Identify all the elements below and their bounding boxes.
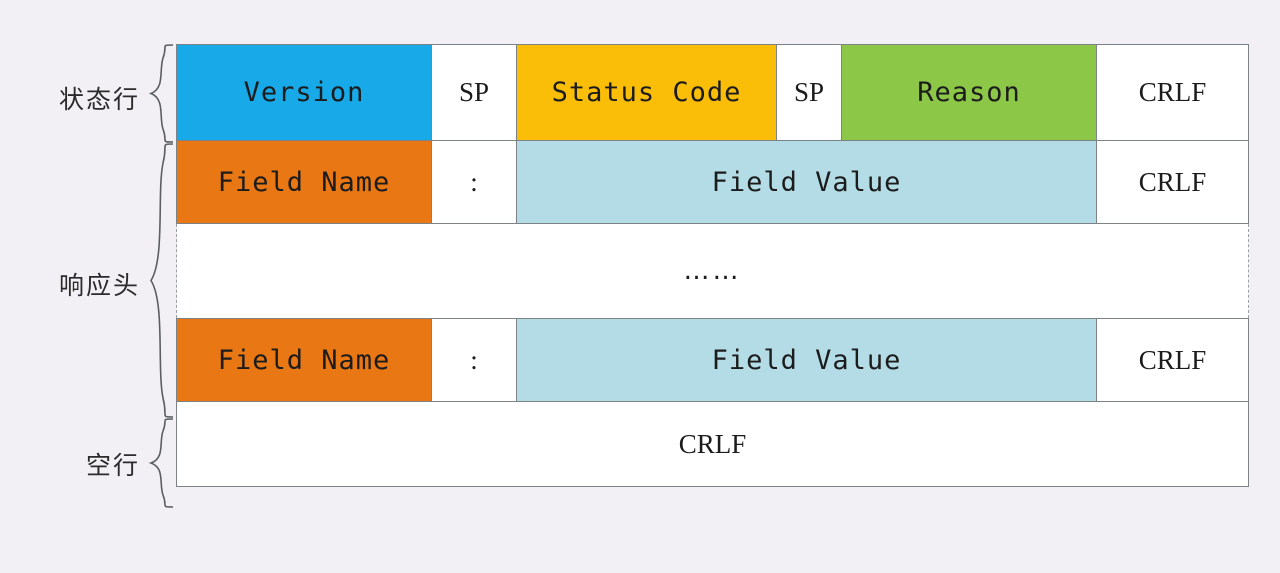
cell-crlf-status-line: CRLF <box>1096 44 1249 141</box>
brace-status-line <box>148 44 174 143</box>
table-row-blank-line: CRLF <box>176 401 1249 487</box>
cell-version: Version <box>176 44 432 141</box>
cell-field-value-first: Field Value <box>516 140 1097 224</box>
cell-reason: Reason <box>841 44 1097 141</box>
cell-crlf-blank-line: CRLF <box>176 401 1249 487</box>
table-row-ellipsis: …… <box>176 223 1249 319</box>
cell-field-name-first: Field Name <box>176 140 432 224</box>
group-label-response-headers: 响应头 <box>58 272 140 300</box>
cell-status-code: Status Code <box>516 44 777 141</box>
group-label-status-line: 状态行 <box>58 86 140 114</box>
http-response-structure-diagram: 状态行 响应头 空行 Version SP Status Code SP Rea… <box>0 0 1280 573</box>
http-response-message-table: Version SP Status Code SP Reason CRLF Fi… <box>176 44 1249 487</box>
brace-response-headers <box>148 143 174 418</box>
cell-ellipsis: …… <box>176 223 1249 319</box>
cell-colon-last: : <box>431 318 517 402</box>
cell-crlf-header-last: CRLF <box>1096 318 1249 402</box>
cell-sp-1: SP <box>431 44 517 141</box>
cell-sp-2: SP <box>776 44 842 141</box>
table-row-header-field-last: Field Name : Field Value CRLF <box>176 318 1249 402</box>
table-row-header-field-first: Field Name : Field Value CRLF <box>176 140 1249 224</box>
group-label-blank-line: 空行 <box>85 452 140 480</box>
cell-field-name-last: Field Name <box>176 318 432 402</box>
table-row-status-line: Version SP Status Code SP Reason CRLF <box>176 44 1249 141</box>
brace-blank-line <box>148 418 174 508</box>
cell-colon-first: : <box>431 140 517 224</box>
cell-crlf-header-first: CRLF <box>1096 140 1249 224</box>
cell-field-value-last: Field Value <box>516 318 1097 402</box>
